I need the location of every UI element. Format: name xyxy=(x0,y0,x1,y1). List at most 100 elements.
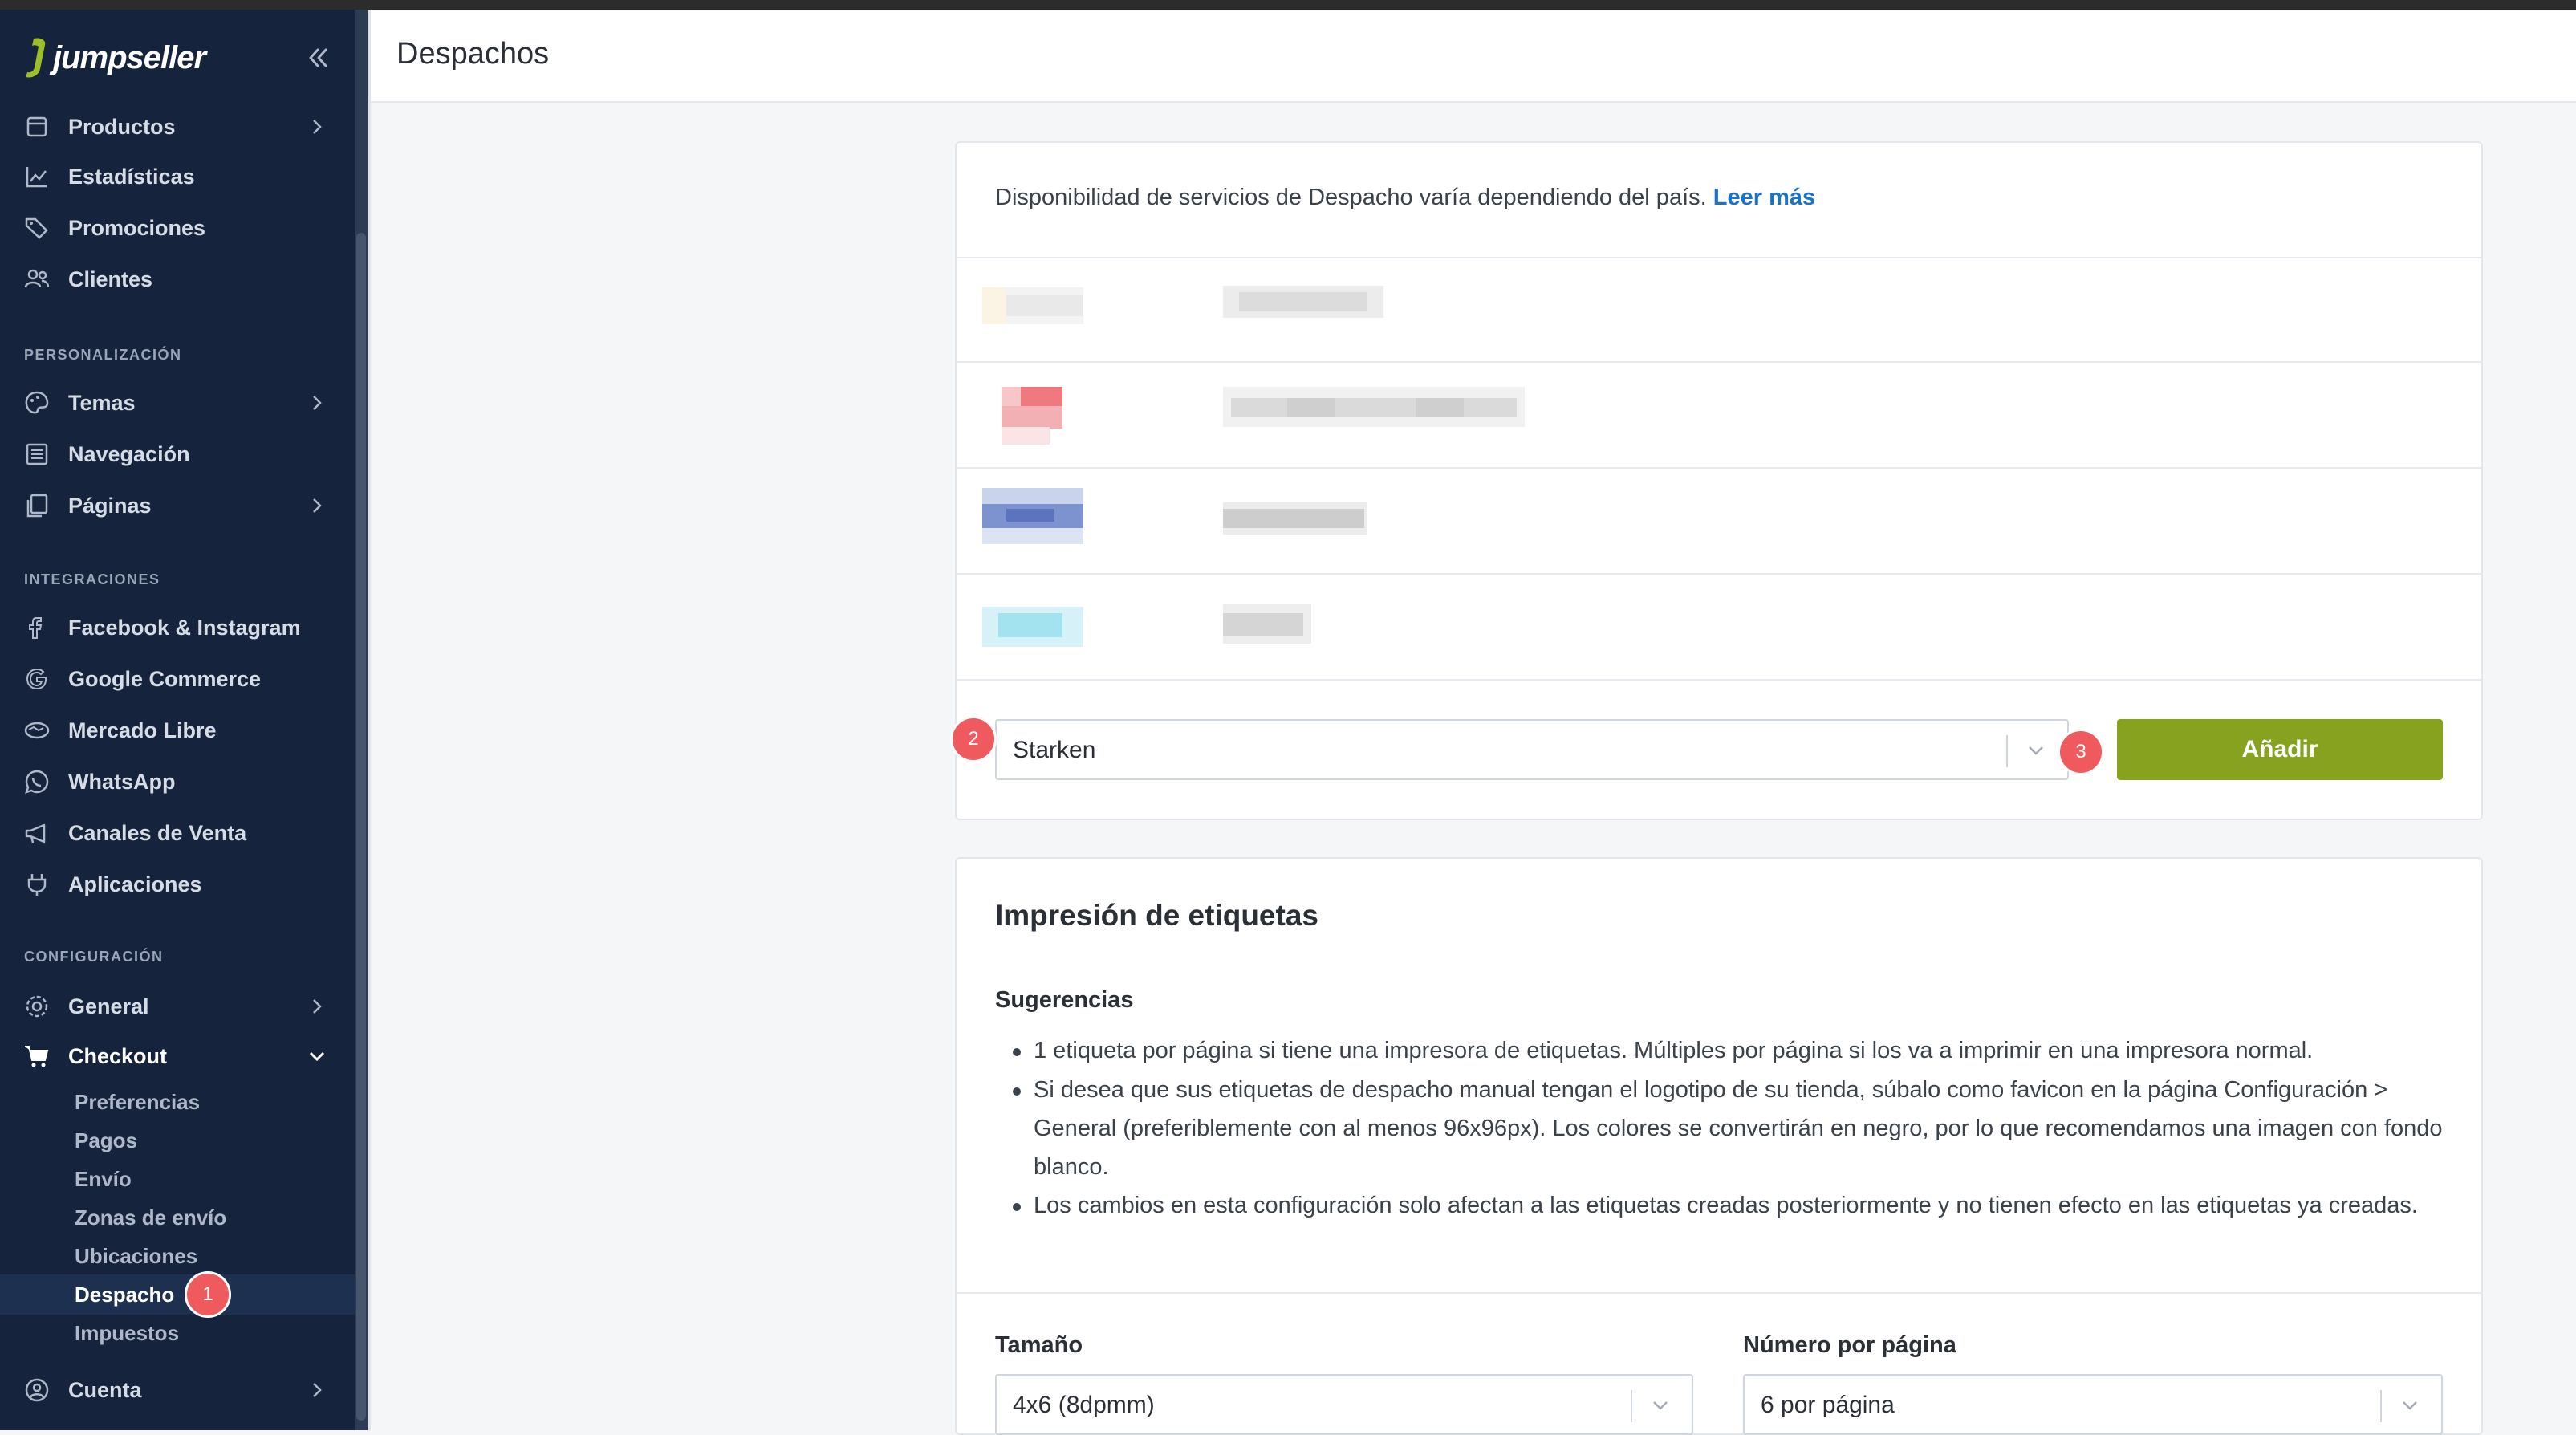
service-logo-blurred xyxy=(1002,387,1062,445)
divider xyxy=(957,257,2481,258)
list-icon xyxy=(26,443,48,465)
service-logo-blurred xyxy=(982,607,1083,647)
gear-icon xyxy=(26,995,48,1018)
sidebar-item-canales-de-venta[interactable]: Canales de Venta xyxy=(0,809,358,857)
label-printing-title: Impresión de etiquetas xyxy=(995,899,1318,932)
sidebar-subitem-zonas-de-envio[interactable]: Zonas de envío xyxy=(75,1205,226,1230)
collapse-sidebar-icon[interactable] xyxy=(302,42,334,74)
suggestion-text: Si desea que sus etiquetas de despacho m… xyxy=(1034,1077,2443,1180)
add-service-button[interactable]: Añadir xyxy=(2117,719,2443,780)
read-more-link[interactable]: Leer más xyxy=(1713,185,1815,210)
chevron-down-icon xyxy=(2403,1401,2417,1410)
sidebar-item-checkout[interactable]: Checkout xyxy=(0,1032,358,1080)
sidebar-subitem-preferencias[interactable]: Preferencias xyxy=(75,1090,200,1115)
chart-line-icon xyxy=(26,167,47,188)
sidebar-item-label: WhatsApp xyxy=(68,769,176,794)
window-top-bar xyxy=(0,0,2576,10)
sidebar-item-paginas[interactable]: Páginas xyxy=(0,482,358,530)
user-circle-icon xyxy=(25,1378,49,1402)
sidebar-item-estadisticas[interactable]: Estadísticas xyxy=(0,152,358,201)
section-title-integraciones: INTEGRACIONES xyxy=(24,571,160,587)
logo-text: jumpseller xyxy=(53,39,206,75)
suggestion-text: Los cambios en esta configuración solo a… xyxy=(1034,1193,2418,1218)
shipping-service-select[interactable]: Starken xyxy=(995,719,2069,780)
service-name-blurred xyxy=(1223,286,1383,318)
chevron-right-icon xyxy=(313,396,322,410)
megaphone-icon xyxy=(25,823,46,844)
google-icon xyxy=(26,668,47,690)
divider xyxy=(957,361,2481,363)
chevron-right-icon xyxy=(313,999,322,1014)
section-title-configuracion: CONFIGURACIÓN xyxy=(24,949,164,965)
sidebar-item-productos[interactable]: Productos xyxy=(0,103,358,151)
jumpseller-logo[interactable]: jumpseller xyxy=(22,32,206,83)
sidebar-item-aplicaciones[interactable]: Aplicaciones xyxy=(0,860,358,909)
sidebar-item-general[interactable]: General xyxy=(0,982,358,1031)
sidebar-item-label: Clientes xyxy=(68,266,153,291)
sidebar-item-mercado-libre[interactable]: Mercado Libre xyxy=(0,706,358,754)
pages-icon xyxy=(26,494,48,518)
sidebar-item-label: Canales de Venta xyxy=(68,820,247,845)
service-name-blurred xyxy=(1223,387,1525,427)
section-title-personalizacion: PERSONALIZACIÓN xyxy=(24,347,182,363)
sidebar-item-label: Cuenta xyxy=(68,1377,142,1402)
sidebar-item-facebook-instagram[interactable]: Facebook & Instagram xyxy=(0,604,358,652)
suggestion-item: Los cambios en esta configuración solo a… xyxy=(1013,1186,2457,1225)
chevron-right-icon xyxy=(313,498,322,513)
availability-text: Disponibilidad de servicios de Despacho … xyxy=(995,185,1707,210)
sidebar-item-label: Productos xyxy=(68,114,176,139)
sidebar-item-navegacion[interactable]: Navegación xyxy=(0,430,358,478)
annotation-badge-1: 1 xyxy=(185,1271,231,1318)
sidebar-subitem-pagos[interactable]: Pagos xyxy=(75,1128,137,1153)
tags-icon xyxy=(25,217,48,239)
sidebar-subitem-impuestos[interactable]: Impuestos xyxy=(75,1321,179,1346)
sidebar-item-cuenta[interactable]: Cuenta xyxy=(0,1366,358,1414)
suggestion-item: 1 etiqueta por página si tiene una impre… xyxy=(1013,1031,2457,1070)
suggestions-title: Sugerencias xyxy=(995,987,1134,1013)
sidebar-item-whatsapp[interactable]: WhatsApp xyxy=(0,758,358,806)
sidebar-border xyxy=(368,10,371,1430)
selected-service-value: Starken xyxy=(1013,737,1096,763)
divider xyxy=(957,679,2481,681)
chevron-right-icon xyxy=(313,120,322,134)
jumpseller-logo-mark xyxy=(26,38,46,78)
handshake-icon xyxy=(24,722,50,739)
per-page-label: Número por página xyxy=(1743,1332,1956,1358)
sidebar-item-label: Google Commerce xyxy=(68,666,262,691)
annotation-badge-3: 3 xyxy=(2058,729,2104,775)
page-header xyxy=(371,10,2576,103)
plug-icon xyxy=(27,874,47,896)
per-page-select[interactable]: 6 por página xyxy=(1743,1374,2443,1435)
palette-icon xyxy=(25,391,49,414)
sidebar-subitem-despacho[interactable]: Despacho xyxy=(75,1283,174,1307)
select-separator xyxy=(2006,735,2008,767)
users-icon xyxy=(24,269,50,288)
select-separator xyxy=(1631,1390,1632,1422)
sidebar-item-promociones[interactable]: Promociones xyxy=(0,204,358,252)
availability-notice: Disponibilidad de servicios de Despacho … xyxy=(995,185,1815,211)
sidebar-item-clientes[interactable]: Clientes xyxy=(0,255,358,303)
service-name-blurred xyxy=(1223,604,1311,644)
select-separator xyxy=(2380,1390,2382,1422)
chevron-down-icon xyxy=(2029,746,2043,755)
sidebar-item-google-commerce[interactable]: Google Commerce xyxy=(0,655,358,703)
chevron-right-icon xyxy=(313,1383,322,1397)
annotation-badge-2: 2 xyxy=(950,716,997,762)
cart-icon xyxy=(25,1046,49,1067)
chevron-down-icon xyxy=(309,1051,325,1062)
size-select[interactable]: 4x6 (8dpmm) xyxy=(995,1374,1693,1435)
facebook-icon xyxy=(29,617,43,639)
sidebar-item-label: Checkout xyxy=(68,1043,168,1068)
service-logo-blurred xyxy=(982,488,1083,544)
size-value: 4x6 (8dpmm) xyxy=(1013,1392,1155,1418)
box-icon xyxy=(26,116,47,137)
suggestion-text: 1 etiqueta por página si tiene una impre… xyxy=(1034,1038,2314,1063)
sidebar-subitem-ubicaciones[interactable]: Ubicaciones xyxy=(75,1244,197,1269)
sidebar-subitem-envio[interactable]: Envío xyxy=(75,1167,132,1192)
page-title: Despachos xyxy=(396,37,550,71)
sidebar-item-temas[interactable]: Temas xyxy=(0,379,358,427)
sidebar-item-label: Aplicaciones xyxy=(68,872,202,896)
suggestion-item: Si desea que sus etiquetas de despacho m… xyxy=(1013,1071,2457,1186)
sidebar-item-label: Navegación xyxy=(68,441,190,466)
sidebar-item-label: Páginas xyxy=(68,493,152,518)
